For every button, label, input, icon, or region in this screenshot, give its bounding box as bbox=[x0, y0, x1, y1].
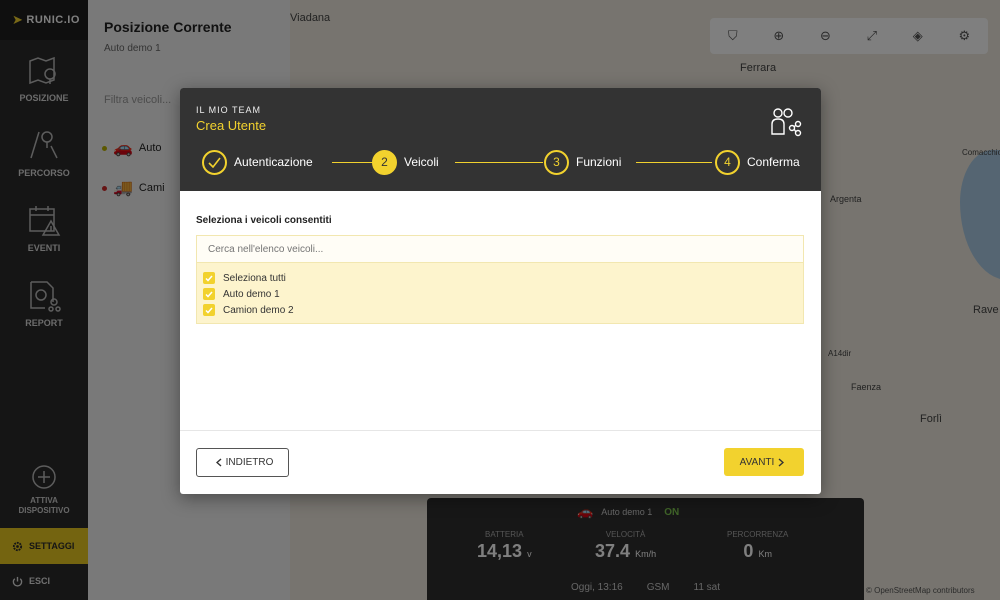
next-label: AVANTI bbox=[739, 456, 775, 468]
step-number: 3 bbox=[544, 149, 569, 175]
step-number: 2 bbox=[372, 149, 397, 175]
checkbox-label: Camion demo 2 bbox=[223, 304, 294, 316]
step-funzioni[interactable]: 3 Funzioni bbox=[544, 149, 621, 175]
checkbox-checked-icon bbox=[203, 288, 215, 300]
checkbox-checked-icon bbox=[203, 272, 215, 284]
vehicle-selection-section: Seleziona i veicoli consentiti Seleziona… bbox=[196, 215, 804, 324]
step-connector bbox=[636, 162, 712, 163]
wizard-stepper: Autenticazione 2 Veicoli 3 Funzioni 4 Co… bbox=[202, 149, 806, 175]
chevron-right-icon bbox=[778, 457, 785, 467]
section-title: Seleziona i veicoli consentiti bbox=[196, 215, 332, 226]
checkbox-camion-demo-2[interactable]: Camion demo 2 bbox=[197, 302, 803, 318]
step-autenticazione[interactable]: Autenticazione bbox=[202, 149, 313, 175]
next-button[interactable]: AVANTI bbox=[724, 448, 804, 476]
team-icon bbox=[771, 108, 802, 137]
step-conferma[interactable]: 4 Conferma bbox=[715, 149, 800, 175]
back-label: INDIETRO bbox=[225, 457, 274, 468]
modal-kicker: IL MIO TEAM bbox=[196, 105, 262, 115]
step-label: Funzioni bbox=[576, 155, 622, 169]
step-label: Veicoli bbox=[404, 155, 439, 169]
checkbox-label: Auto demo 1 bbox=[223, 288, 280, 300]
back-button[interactable]: INDIETRO bbox=[196, 448, 289, 477]
checkbox-checked-icon bbox=[203, 304, 215, 316]
check-icon bbox=[202, 149, 227, 175]
create-user-modal: IL MIO TEAM Crea Utente Autenticazione 2… bbox=[180, 88, 821, 494]
step-number: 4 bbox=[715, 149, 740, 175]
vehicle-checklist: Seleziona tutti Auto demo 1 Camion demo … bbox=[196, 263, 804, 324]
checkbox-label: Seleziona tutti bbox=[223, 272, 286, 284]
checkbox-auto-demo-1[interactable]: Auto demo 1 bbox=[197, 286, 803, 302]
footer-divider bbox=[180, 430, 821, 431]
modal-title: Crea Utente bbox=[196, 118, 267, 133]
modal-header: IL MIO TEAM Crea Utente Autenticazione 2… bbox=[180, 88, 821, 191]
chevron-left-icon bbox=[215, 458, 222, 467]
step-veicoli[interactable]: 2 Veicoli bbox=[372, 149, 439, 175]
checkbox-select-all[interactable]: Seleziona tutti bbox=[197, 270, 803, 286]
step-connector bbox=[455, 162, 543, 163]
step-label: Autenticazione bbox=[234, 155, 313, 169]
step-label: Conferma bbox=[747, 155, 800, 169]
vehicle-search-input[interactable] bbox=[196, 235, 804, 263]
